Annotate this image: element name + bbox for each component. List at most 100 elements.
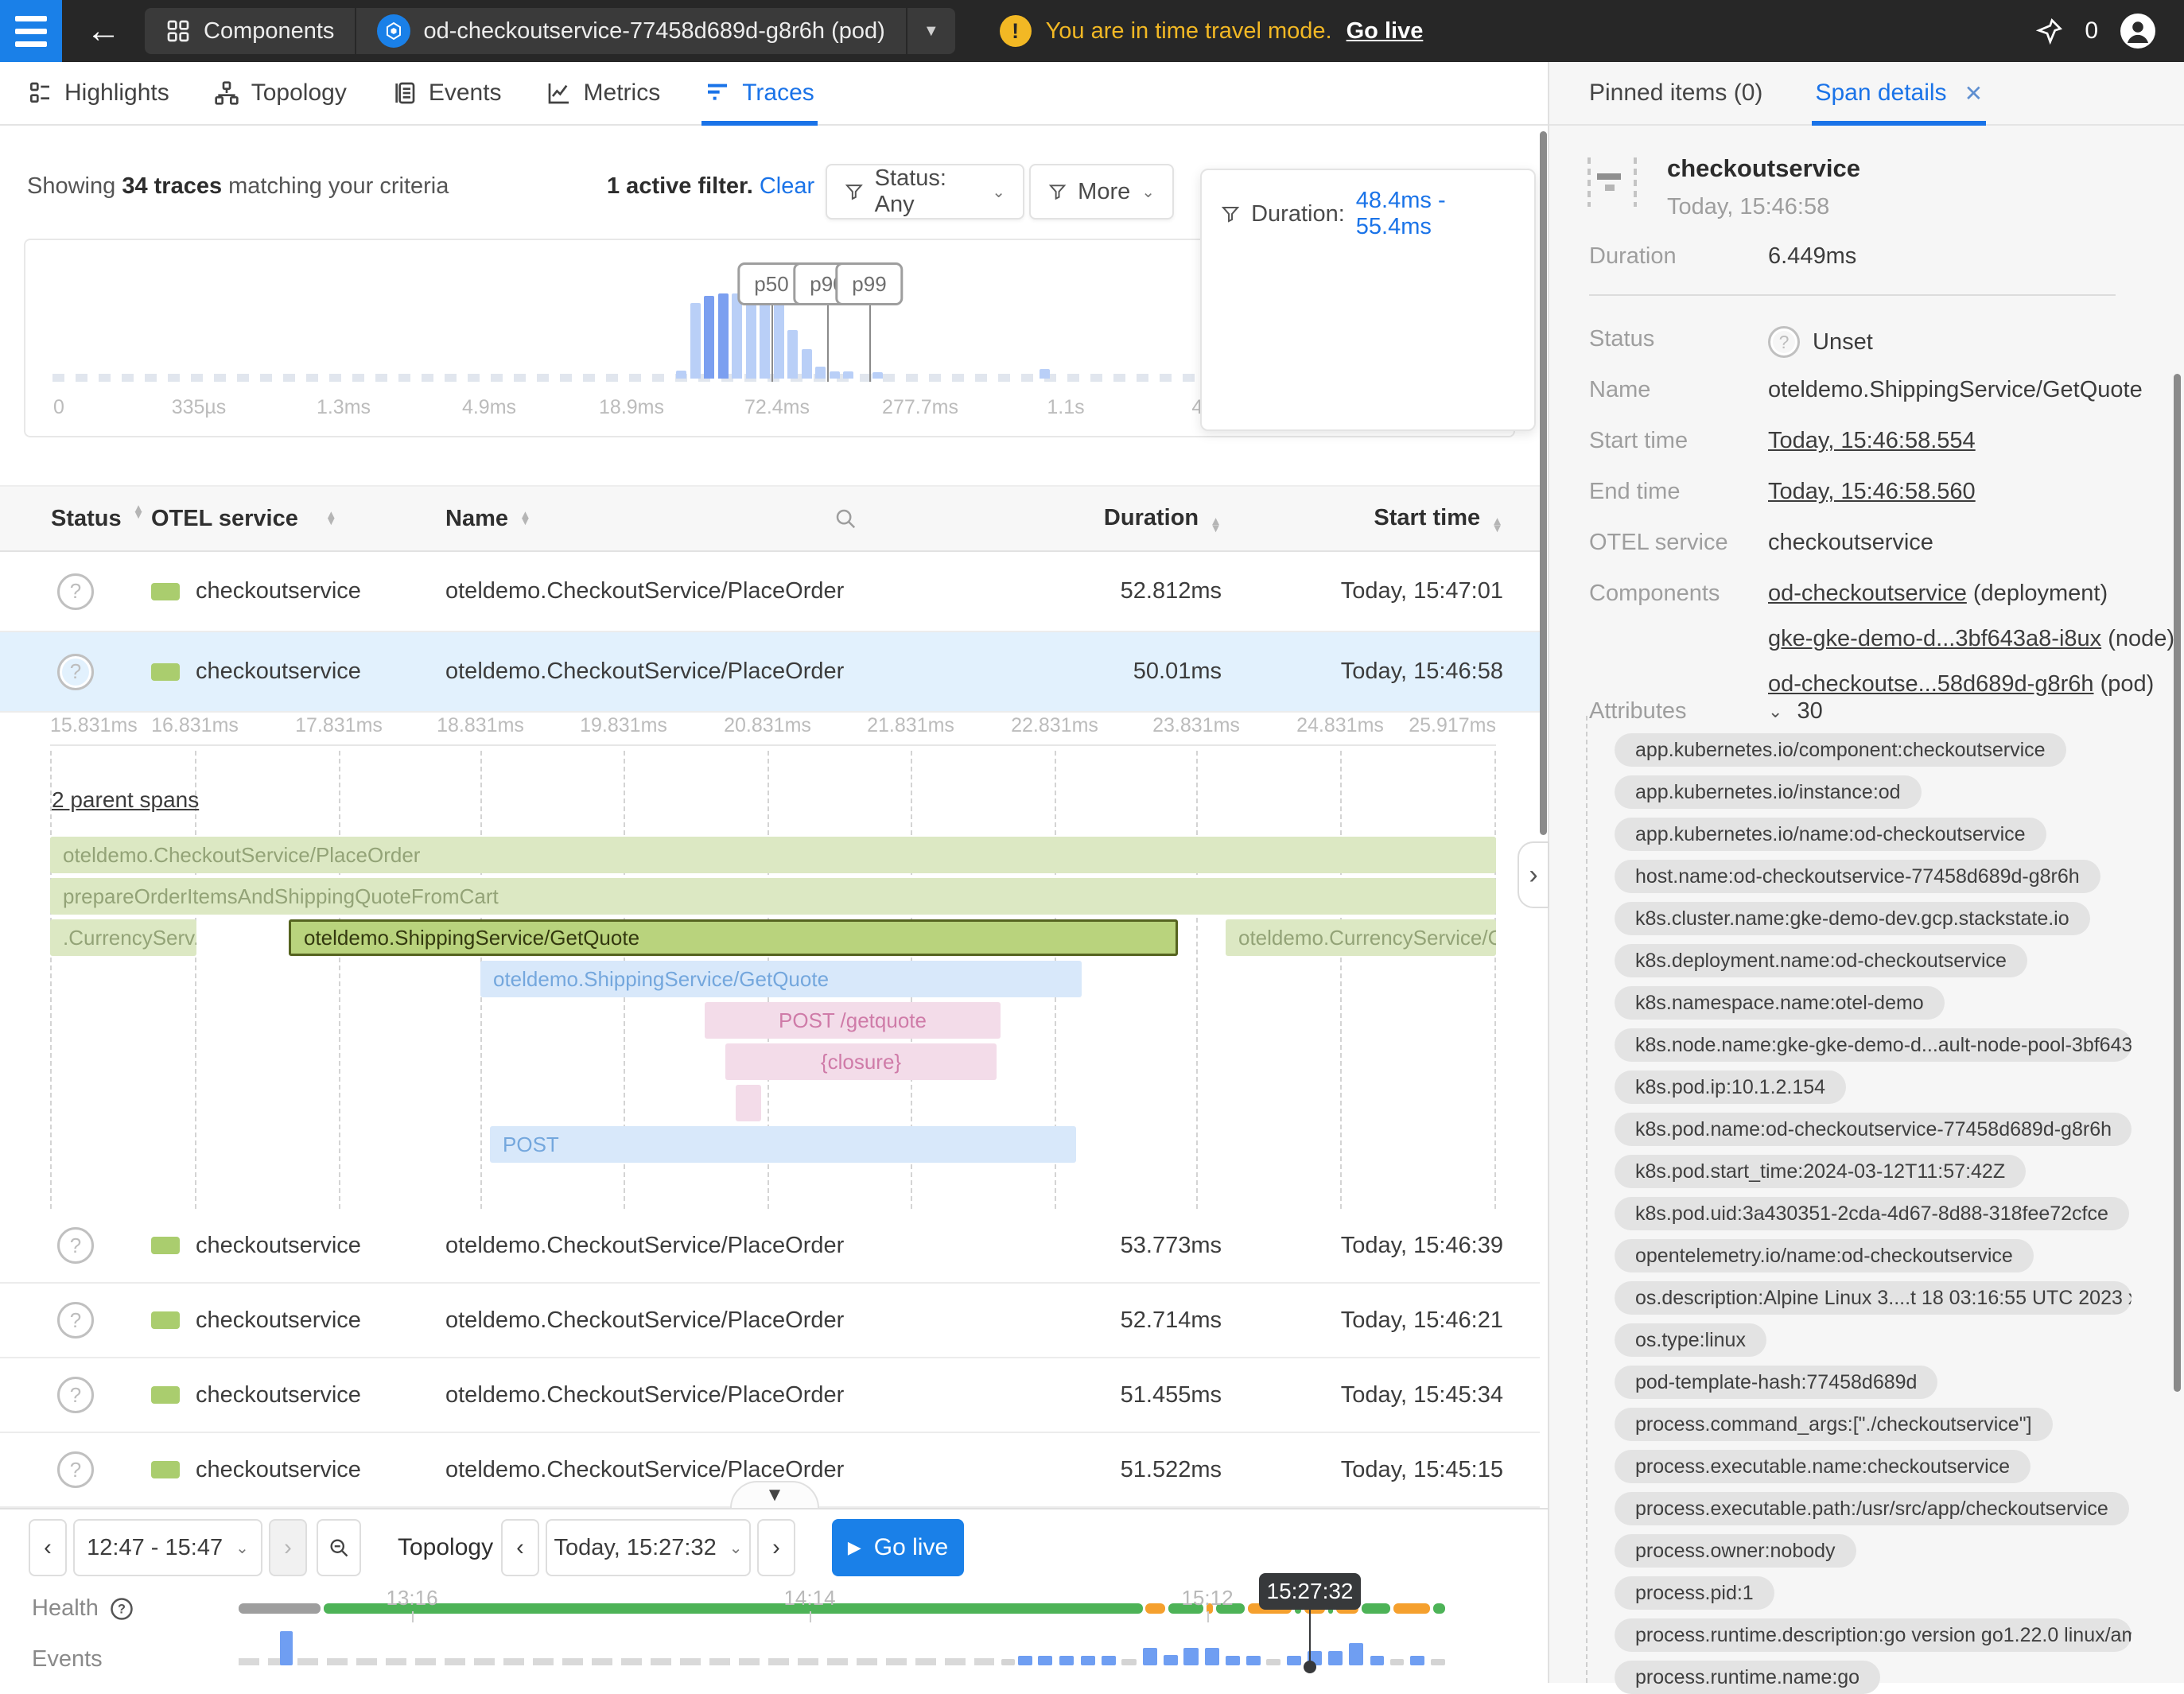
tab-events[interactable]: Events xyxy=(391,62,502,124)
histogram-bar[interactable] xyxy=(787,330,798,379)
waterfall-tick-label: 15.831ms xyxy=(50,714,138,737)
tab-topology[interactable]: Topology xyxy=(214,62,347,124)
avatar[interactable] xyxy=(2119,12,2157,50)
histogram-bar[interactable] xyxy=(830,371,840,379)
end-time-value[interactable]: Today, 15:46:58.560 xyxy=(1768,479,1976,505)
service-color-swatch xyxy=(151,583,180,600)
attribute-pill: process.runtime.description:go version g… xyxy=(1615,1618,2132,1652)
waterfall-span[interactable] xyxy=(736,1085,761,1121)
clear-filters-link[interactable]: Clear xyxy=(760,173,814,199)
main-scrollbar[interactable] xyxy=(1540,131,1547,835)
breadcrumb-components[interactable]: Components xyxy=(145,8,355,54)
component-type: (node) xyxy=(2101,626,2174,651)
tab-pinned-items[interactable]: Pinned items (0) xyxy=(1589,62,1762,124)
chevron-down-icon: ⌄ xyxy=(1768,701,1782,722)
trace-name-cell: oteldemo.CheckoutService/PlaceOrder xyxy=(445,1382,959,1408)
range-next-button[interactable]: › xyxy=(269,1519,307,1576)
zoom-out-button[interactable] xyxy=(317,1519,361,1576)
search-icon[interactable] xyxy=(834,507,857,530)
waterfall-span[interactable]: .CurrencyServ... xyxy=(50,919,196,956)
trace-service-cell: checkoutservice xyxy=(151,578,445,604)
range-prev-button[interactable]: ‹ xyxy=(29,1519,67,1576)
service-color-swatch xyxy=(151,1461,180,1478)
histogram-bar[interactable] xyxy=(802,349,812,379)
hamburger-menu-icon[interactable] xyxy=(0,0,62,62)
duration-filter-value[interactable]: 48.4ms - 55.4ms xyxy=(1356,188,1515,240)
waterfall-span[interactable]: oteldemo.ShippingService/GetQuote xyxy=(289,919,1178,956)
time-range-dropdown[interactable]: 12:47 - 15:47⌄ xyxy=(73,1519,262,1576)
chevron-down-icon: ⌄ xyxy=(1141,182,1155,202)
parent-spans-link[interactable]: 2 parent spans xyxy=(52,787,199,813)
context-label: Topology xyxy=(398,1519,493,1576)
event-bar xyxy=(1205,1648,1219,1665)
trace-row[interactable]: ?checkoutserviceoteldemo.CheckoutService… xyxy=(0,1284,1540,1358)
go-live-button[interactable]: ▶Go live xyxy=(832,1519,964,1576)
waterfall-span[interactable]: prepareOrderItemsAndShippingQuoteFromCar… xyxy=(50,878,1496,915)
trace-duration-cell: 52.714ms xyxy=(959,1307,1222,1334)
column-name[interactable]: Name▲▼ xyxy=(445,506,959,532)
histogram-bar[interactable] xyxy=(760,301,770,379)
time-prev-button[interactable]: ‹ xyxy=(501,1519,539,1576)
trace-name-cell: oteldemo.CheckoutService/PlaceOrder xyxy=(445,1233,959,1259)
tab-highlights[interactable]: Highlights xyxy=(27,62,169,124)
tab-span-details[interactable]: Span details✕ xyxy=(1815,62,1983,124)
histogram-bar[interactable] xyxy=(690,303,701,379)
waterfall-span[interactable]: POST /getquote xyxy=(705,1002,1001,1039)
histogram-bar[interactable] xyxy=(1040,369,1050,379)
attribute-pill: process.pid:1 xyxy=(1615,1576,1774,1610)
event-bar xyxy=(1059,1656,1074,1665)
column-status[interactable]: Status▲▼ xyxy=(0,506,151,532)
column-duration[interactable]: Duration▲▼ xyxy=(959,505,1222,532)
time-next-button[interactable]: › xyxy=(757,1519,795,1576)
trace-rows-bottom: ?checkoutserviceoteldemo.CheckoutService… xyxy=(0,1209,1540,1508)
histogram-bar[interactable] xyxy=(872,372,883,379)
column-otel-service[interactable]: OTEL service▲▼ xyxy=(151,506,445,532)
waterfall-span[interactable]: oteldemo.CurrencyService/Co xyxy=(1226,919,1496,956)
go-live-link[interactable]: Go live xyxy=(1347,18,1424,45)
expand-panel-chevron[interactable]: › xyxy=(1518,841,1549,908)
trace-start-cell: Today, 15:46:39 xyxy=(1222,1233,1540,1259)
panel-scrollbar[interactable] xyxy=(2174,374,2181,1392)
help-icon[interactable]: ? xyxy=(110,1597,134,1621)
component-link[interactable]: od-checkoutservice xyxy=(1768,581,1967,606)
trace-count: 34 traces xyxy=(122,173,222,199)
grid-icon xyxy=(165,18,191,44)
collapse-trace-chevron[interactable]: ▼ xyxy=(730,1481,819,1508)
component-link[interactable]: gke-gke-demo-d...3bf643a8-i8ux xyxy=(1768,626,2101,651)
trace-row[interactable]: ?checkoutserviceoteldemo.CheckoutService… xyxy=(0,1209,1540,1284)
trace-row[interactable]: ?checkoutserviceoteldemo.CheckoutService… xyxy=(0,552,1540,632)
component-link[interactable]: od-checkoutse...58d689d-g8r6h xyxy=(1768,671,2094,697)
waterfall-span[interactable]: oteldemo.CheckoutService/PlaceOrder xyxy=(50,837,1496,873)
waterfall-span[interactable]: POST xyxy=(490,1126,1076,1163)
pin-icon[interactable] xyxy=(2035,17,2064,45)
tab-traces[interactable]: Traces xyxy=(705,62,814,124)
time-marker-handle[interactable] xyxy=(1304,1661,1316,1673)
histogram-bar[interactable] xyxy=(676,371,686,379)
histogram-axis-label: 18.9ms xyxy=(599,396,664,419)
timeline-tick-mark xyxy=(412,1611,414,1622)
timestamp-dropdown[interactable]: Today, 15:27:32⌄ xyxy=(546,1519,751,1576)
trace-row[interactable]: ?checkoutserviceoteldemo.CheckoutService… xyxy=(0,1358,1540,1433)
histogram-bar[interactable] xyxy=(732,293,742,379)
attributes-toggle[interactable]: ⌄ 30 xyxy=(1768,698,1823,725)
start-time-value[interactable]: Today, 15:46:58.554 xyxy=(1768,428,1976,454)
histogram-bar[interactable] xyxy=(815,367,826,379)
histogram-bar[interactable] xyxy=(718,293,729,379)
entity-selector[interactable]: od-checkoutservice-77458d689d-g8r6h (pod… xyxy=(356,8,905,54)
percentile-marker-label[interactable]: p99 xyxy=(835,262,903,305)
waterfall-span[interactable]: oteldemo.ShippingService/GetQuote xyxy=(480,961,1082,997)
active-filter: 1 active filter. Clear xyxy=(607,173,814,200)
status-filter-dropdown[interactable]: Status: Any ⌄ xyxy=(826,164,1024,220)
column-start-time[interactable]: Start time▲▼ xyxy=(1222,505,1540,532)
entity-dropdown-caret-icon[interactable]: ▼ xyxy=(907,8,955,54)
close-icon[interactable]: ✕ xyxy=(1964,80,1983,107)
back-arrow-icon[interactable]: ← xyxy=(86,14,121,49)
tab-label: Events xyxy=(429,80,502,107)
waterfall-span[interactable]: {closure} xyxy=(725,1043,997,1080)
tab-metrics[interactable]: Metrics xyxy=(546,62,661,124)
status-unset-icon: ? xyxy=(57,573,94,610)
histogram-bar[interactable] xyxy=(704,296,714,379)
more-filters-dropdown[interactable]: More ⌄ xyxy=(1029,164,1174,220)
trace-row[interactable]: ?checkoutserviceoteldemo.CheckoutService… xyxy=(0,632,1540,713)
histogram-bar[interactable] xyxy=(843,371,853,379)
